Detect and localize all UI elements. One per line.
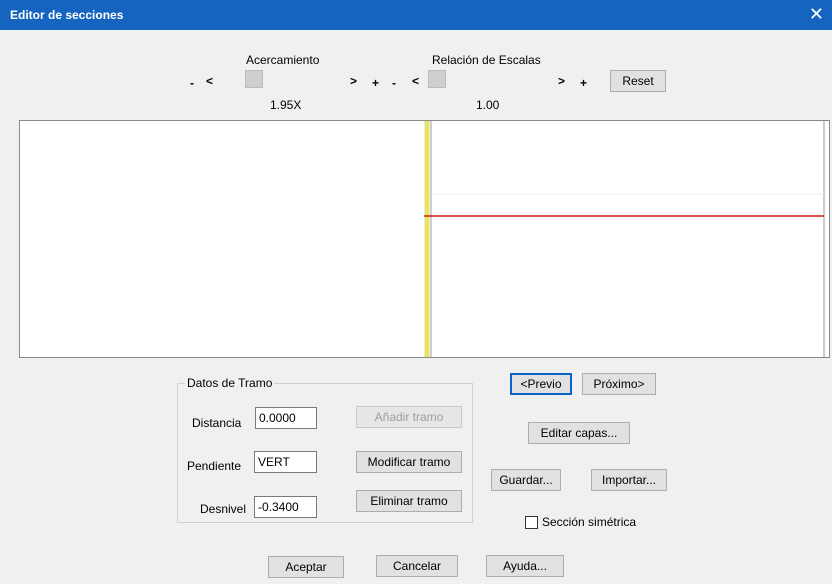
scale-right-arrow-icon[interactable]: > (558, 74, 565, 88)
zoom-right-arrow-icon[interactable]: > (350, 74, 357, 88)
segment-group-label: Datos de Tramo (185, 376, 275, 390)
accept-button[interactable]: Aceptar (268, 556, 344, 578)
edit-layers-button[interactable]: Editar capas... (528, 422, 630, 444)
symmetric-checkbox[interactable] (525, 516, 538, 529)
scale-label: Relación de Escalas (432, 53, 541, 67)
modify-segment-button[interactable]: Modificar tramo (356, 451, 462, 473)
distance-field[interactable] (255, 407, 317, 429)
scale-slider-thumb[interactable] (428, 70, 446, 88)
zoom-label: Acercamiento (246, 53, 320, 67)
zoom-slider-thumb[interactable] (245, 70, 263, 88)
section-graph (424, 121, 825, 357)
close-icon[interactable]: ✕ (809, 4, 824, 24)
reset-button[interactable]: Reset (610, 70, 666, 92)
cancel-button[interactable]: Cancelar (376, 555, 458, 577)
scale-left-arrow-icon[interactable]: < (412, 74, 419, 88)
import-button[interactable]: Importar... (591, 469, 667, 491)
scale-value: 1.00 (476, 98, 500, 112)
scale-minus[interactable]: - (392, 76, 396, 90)
scale-plus[interactable]: + (580, 76, 587, 90)
help-button[interactable]: Ayuda... (486, 555, 564, 577)
window-title: Editor de secciones (10, 8, 124, 22)
save-button[interactable]: Guardar... (491, 469, 561, 491)
zoom-left-arrow-icon[interactable]: < (206, 74, 213, 88)
next-button[interactable]: Próximo> (582, 373, 656, 395)
section-canvas[interactable] (19, 120, 830, 358)
slope-label: Pendiente (187, 459, 242, 473)
zoom-value: 1.95X (270, 98, 302, 112)
distance-label: Distancia (192, 416, 242, 430)
slope-field[interactable] (254, 451, 317, 473)
delete-segment-button[interactable]: Eliminar tramo (356, 490, 462, 512)
symmetric-label: Sección simétrica (542, 515, 637, 529)
previous-button[interactable]: <Previo (510, 373, 572, 395)
drop-field[interactable] (254, 496, 317, 518)
title-bar: Editor de secciones ✕ (0, 0, 832, 30)
zoom-plus[interactable]: + (372, 76, 379, 90)
drop-label: Desnivel (200, 502, 247, 516)
add-segment-button[interactable]: Añadir tramo (356, 406, 462, 428)
zoom-minus[interactable]: - (190, 76, 194, 90)
